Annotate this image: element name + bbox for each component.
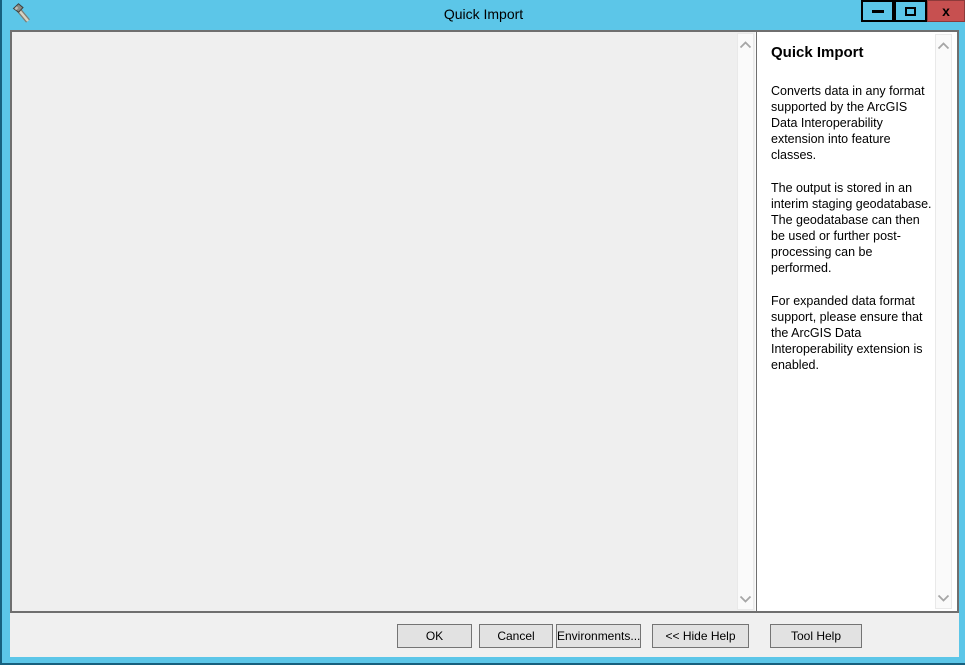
help-heading: Quick Import [771, 44, 864, 61]
dialog-content: Quick Import Converts data in any format… [10, 30, 959, 613]
scroll-up-icon[interactable] [738, 36, 753, 53]
maximize-icon [905, 6, 916, 16]
maximize-button[interactable] [894, 0, 927, 22]
help-paragraph: The output is stored in an interim stagi… [771, 181, 932, 275]
close-button[interactable]: x [927, 0, 965, 22]
scroll-down-icon[interactable] [936, 589, 951, 606]
parameters-area [12, 32, 755, 611]
cancel-button[interactable]: Cancel [479, 624, 553, 648]
hide-help-button[interactable]: << Hide Help [652, 624, 749, 648]
scroll-down-icon[interactable] [738, 590, 753, 607]
ok-button[interactable]: OK [397, 624, 472, 648]
tool-help-button[interactable]: Tool Help [770, 624, 862, 648]
scroll-up-icon[interactable] [936, 37, 951, 54]
environments-button[interactable]: Environments... [556, 624, 641, 648]
minimize-button[interactable] [861, 0, 894, 22]
window-title: Quick Import [443, 6, 524, 22]
dialog-footer: OK Cancel Environments... << Hide Help T… [10, 613, 959, 657]
quick-import-dialog: Quick Import x Quick Import Converts dat… [0, 0, 965, 665]
help-paragraph: Converts data in any format supported by… [771, 84, 925, 162]
window-controls: x [861, 0, 965, 22]
help-panel: Quick Import Converts data in any format… [757, 32, 957, 611]
titlebar[interactable]: Quick Import x [2, 0, 965, 30]
help-scrollbar[interactable] [935, 34, 952, 609]
parameters-scrollbar[interactable] [737, 33, 754, 610]
help-paragraph: For expanded data format support, please… [771, 294, 923, 372]
close-icon: x [942, 3, 950, 19]
minimize-icon [871, 9, 884, 13]
